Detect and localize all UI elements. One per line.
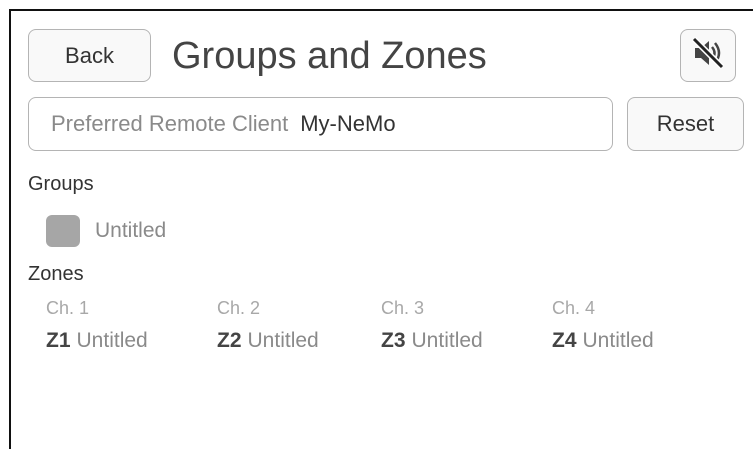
zone-name: Untitled <box>247 329 319 352</box>
zone-id: Z3 <box>381 329 406 352</box>
zone-channel: Ch. 2 <box>217 298 261 318</box>
muted-speaker-icon <box>690 35 726 76</box>
groups-heading: Groups <box>28 173 94 195</box>
zone-id: Z4 <box>552 329 577 352</box>
zone-item-z4[interactable]: Ch. 4 Z4 Untitled <box>552 297 654 354</box>
zone-channel: Ch. 1 <box>46 298 90 318</box>
group-name: Untitled <box>95 219 167 242</box>
group-color-swatch <box>46 215 80 247</box>
zone-channel: Ch. 3 <box>381 298 425 318</box>
mute-button[interactable] <box>680 29 736 82</box>
zone-name: Untitled <box>411 329 483 352</box>
group-item[interactable]: Untitled <box>46 214 166 248</box>
preferred-remote-client-field[interactable]: Preferred Remote Client My-NeMo <box>28 97 613 151</box>
page-title: Groups and Zones <box>172 35 487 77</box>
zone-item-z3[interactable]: Ch. 3 Z3 Untitled <box>381 297 483 354</box>
zones-heading: Zones <box>28 263 84 285</box>
zone-item-z1[interactable]: Ch. 1 Z1 Untitled <box>46 297 148 354</box>
zone-name: Untitled <box>582 329 654 352</box>
zone-id: Z2 <box>217 329 242 352</box>
reset-button[interactable]: Reset <box>627 97 744 151</box>
preferred-remote-client-value: My-NeMo <box>300 111 396 136</box>
zone-channel: Ch. 4 <box>552 298 596 318</box>
zone-name: Untitled <box>76 329 148 352</box>
zone-item-z2[interactable]: Ch. 2 Z2 Untitled <box>217 297 319 354</box>
preferred-remote-client-label: Preferred Remote Client <box>51 111 289 136</box>
zone-id: Z1 <box>46 329 71 352</box>
back-button[interactable]: Back <box>28 29 151 82</box>
